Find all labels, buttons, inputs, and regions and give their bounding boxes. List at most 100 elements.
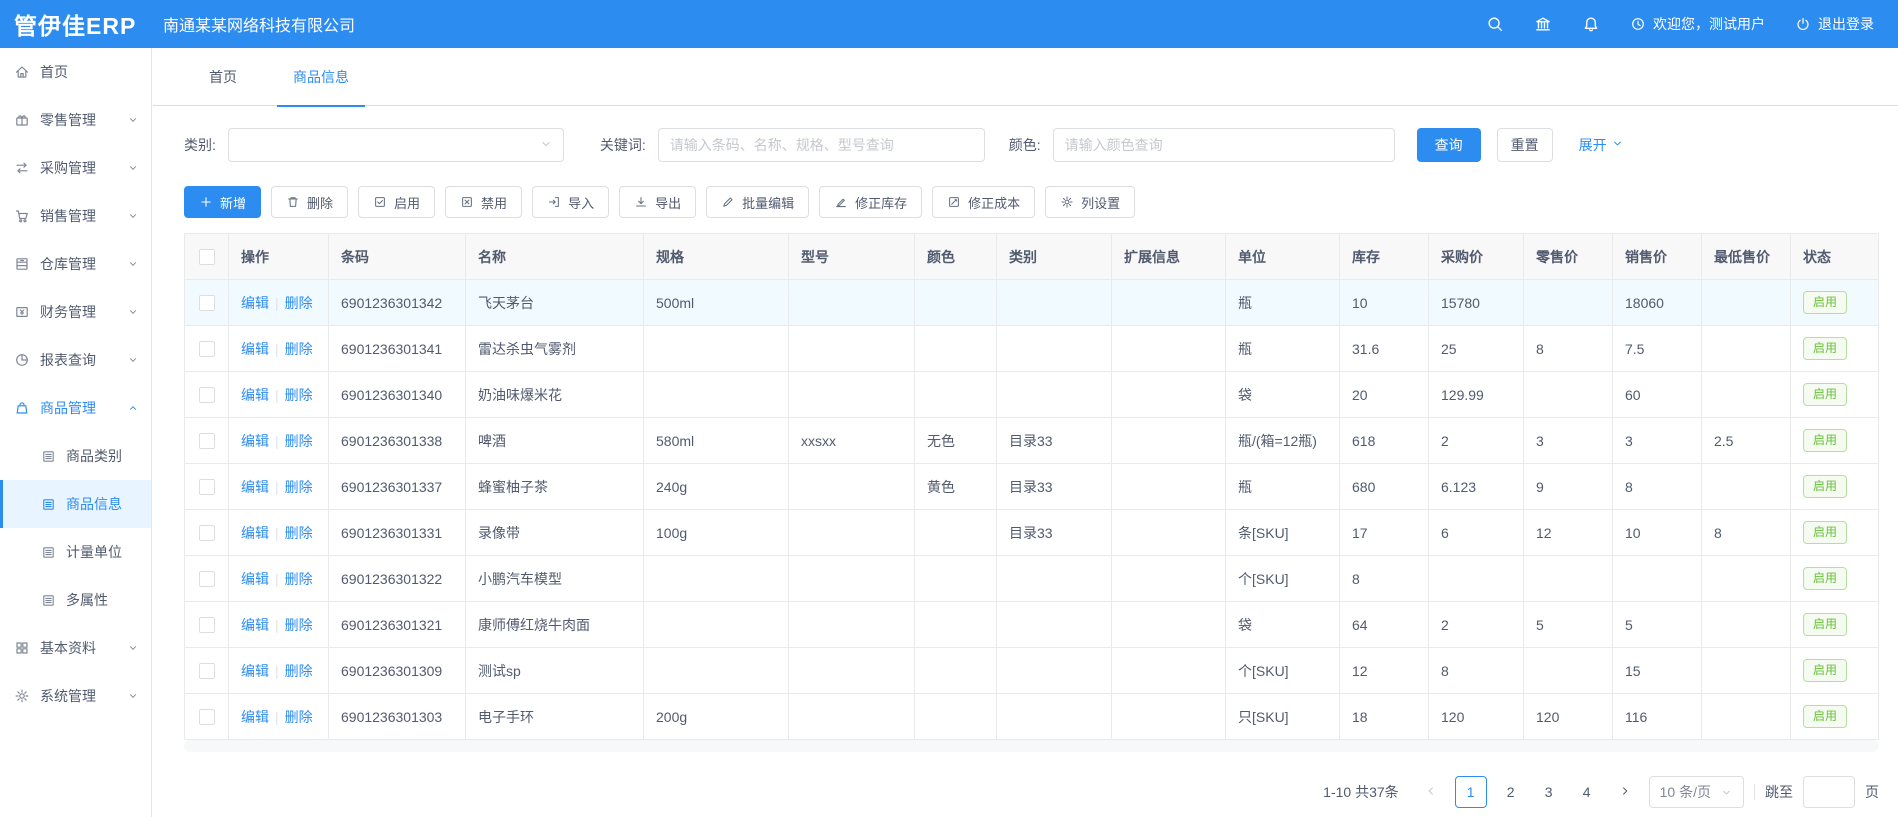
link-separator: |: [275, 341, 279, 357]
welcome-user[interactable]: 欢迎您，测试用户: [1630, 14, 1765, 34]
sidebar-item-purchase[interactable]: 采购管理: [0, 144, 151, 192]
column-settings-button-label: 列设置: [1081, 193, 1120, 212]
import-button[interactable]: 导入: [532, 186, 609, 218]
chevron-down-icon: [127, 162, 139, 174]
cell-stock: 618: [1340, 418, 1429, 464]
expand-link-label: 展开: [1579, 135, 1607, 155]
cell-status: 启用: [1791, 648, 1879, 694]
sidebar-item-measure-unit[interactable]: 计量单位: [0, 528, 151, 576]
delete-link[interactable]: 删除: [285, 709, 313, 725]
sidebar-item-finance[interactable]: 财务管理: [0, 288, 151, 336]
list-icon: [41, 449, 56, 464]
row-checkbox[interactable]: [199, 525, 215, 541]
delete-link[interactable]: 删除: [285, 663, 313, 679]
horizontal-scrollbar[interactable]: [184, 740, 1879, 752]
row-checkbox[interactable]: [199, 617, 215, 633]
edit-link[interactable]: 编辑: [241, 617, 269, 633]
column-settings-button[interactable]: 列设置: [1045, 186, 1135, 218]
edit-link[interactable]: 编辑: [241, 433, 269, 449]
category-select[interactable]: [228, 128, 564, 162]
next-page-button[interactable]: [1611, 776, 1639, 808]
row-checkbox[interactable]: [199, 341, 215, 357]
row-checkbox[interactable]: [199, 571, 215, 587]
edit-link[interactable]: 编辑: [241, 525, 269, 541]
batch-edit-button[interactable]: 批量编辑: [706, 186, 809, 218]
tab-product-info[interactable]: 商品信息: [277, 48, 365, 106]
sidebar-item-report[interactable]: 报表查询: [0, 336, 151, 384]
cell-color: 黄色: [915, 464, 997, 510]
delete-link[interactable]: 删除: [285, 295, 313, 311]
edit-link[interactable]: 编辑: [241, 479, 269, 495]
sidebar-item-warehouse[interactable]: 仓库管理: [0, 240, 151, 288]
page-number-1[interactable]: 1: [1455, 776, 1487, 808]
page-number-4[interactable]: 4: [1573, 776, 1601, 808]
cell-ext: [1112, 602, 1226, 648]
edit-link[interactable]: 编辑: [241, 341, 269, 357]
edit-link[interactable]: 编辑: [241, 571, 269, 587]
sidebar-item-system[interactable]: 系统管理: [0, 672, 151, 720]
edit-link[interactable]: 编辑: [241, 709, 269, 725]
row-checkbox[interactable]: [199, 295, 215, 311]
jump-to-input[interactable]: [1803, 776, 1855, 808]
search-button[interactable]: 查询: [1417, 128, 1481, 162]
sidebar-item-retail[interactable]: 零售管理: [0, 96, 151, 144]
search-icon[interactable]: [1486, 15, 1504, 33]
cell-spec: 200g: [644, 694, 789, 740]
sidebar-item-home[interactable]: 首页: [0, 48, 151, 96]
page-number-3[interactable]: 3: [1535, 776, 1563, 808]
logout-button[interactable]: 退出登录: [1795, 14, 1874, 34]
link-separator: |: [275, 433, 279, 449]
disable-button[interactable]: 禁用: [445, 186, 522, 218]
cell-min: [1702, 602, 1791, 648]
cart-icon: [14, 208, 30, 224]
delete-link[interactable]: 删除: [285, 387, 313, 403]
delete-link[interactable]: 删除: [285, 525, 313, 541]
color-input[interactable]: [1053, 128, 1395, 162]
sidebar-item-product[interactable]: 商品管理: [0, 384, 151, 432]
cell-purchase: 6: [1429, 510, 1524, 556]
keyword-input[interactable]: [658, 128, 985, 162]
select-all-checkbox[interactable]: [199, 249, 215, 265]
sidebar-item-sales[interactable]: 销售管理: [0, 192, 151, 240]
fix-stock-button[interactable]: 修正库存: [819, 186, 922, 218]
select-all-cell: [185, 234, 229, 280]
delete-link[interactable]: 删除: [285, 479, 313, 495]
row-checkbox[interactable]: [199, 433, 215, 449]
sidebar-item-multi-attr[interactable]: 多属性: [0, 576, 151, 624]
sidebar-item-product-info[interactable]: 商品信息: [0, 480, 151, 528]
fix-cost-button[interactable]: 修正成本: [932, 186, 1035, 218]
row-checkbox[interactable]: [199, 387, 215, 403]
swap-icon: [14, 160, 30, 176]
row-checkbox[interactable]: [199, 663, 215, 679]
delete-link[interactable]: 删除: [285, 571, 313, 587]
delete-link[interactable]: 删除: [285, 341, 313, 357]
row-checkbox[interactable]: [199, 709, 215, 725]
expand-link[interactable]: 展开: [1579, 135, 1624, 155]
bank-icon[interactable]: [1534, 15, 1552, 33]
cell-name: 电子手环: [466, 694, 644, 740]
enable-button[interactable]: 启用: [358, 186, 435, 218]
edit-link[interactable]: 编辑: [241, 387, 269, 403]
page-size-select[interactable]: 10 条/页: [1649, 776, 1744, 808]
edit-link[interactable]: 编辑: [241, 295, 269, 311]
chevron-down-icon: [127, 210, 139, 222]
cell-purchase: 2: [1429, 418, 1524, 464]
delete-link[interactable]: 删除: [285, 433, 313, 449]
bell-icon[interactable]: [1582, 15, 1600, 33]
add-button[interactable]: 新增: [184, 186, 261, 218]
row-checkbox[interactable]: [199, 479, 215, 495]
prev-page-button[interactable]: [1417, 776, 1445, 808]
chevron-right-icon: [1618, 784, 1632, 801]
tab-home[interactable]: 首页: [193, 48, 253, 106]
check-square-icon: [373, 195, 387, 209]
chevron-up-icon: [127, 402, 139, 414]
delete-link[interactable]: 删除: [285, 617, 313, 633]
export-button[interactable]: 导出: [619, 186, 696, 218]
sidebar-item-product-category[interactable]: 商品类别: [0, 432, 151, 480]
reset-button[interactable]: 重置: [1497, 128, 1553, 162]
sidebar-item-basic[interactable]: 基本资料: [0, 624, 151, 672]
cell-min: 8: [1702, 510, 1791, 556]
delete-button[interactable]: 删除: [271, 186, 348, 218]
page-number-2[interactable]: 2: [1497, 776, 1525, 808]
edit-link[interactable]: 编辑: [241, 663, 269, 679]
